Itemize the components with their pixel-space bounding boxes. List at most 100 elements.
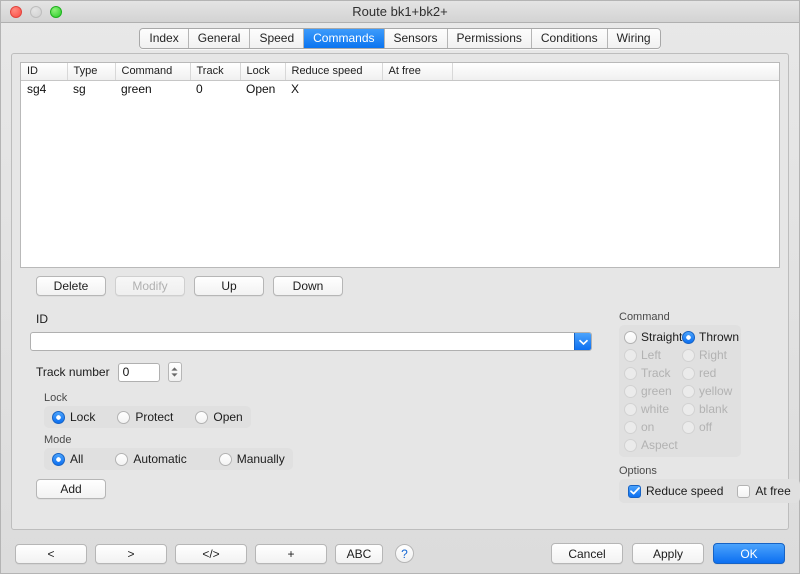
radio-label: Protect: [135, 410, 174, 424]
cancel-button[interactable]: Cancel: [551, 543, 623, 564]
radio-icon: [115, 452, 129, 466]
command-option-straight[interactable]: Straight: [624, 330, 682, 344]
radio-icon: [682, 384, 695, 398]
radio-label: green: [641, 384, 672, 398]
help-button[interactable]: ?: [395, 544, 414, 563]
next-button[interactable]: >: [95, 543, 167, 564]
lock-option-lock[interactable]: Lock: [52, 410, 95, 424]
table-body[interactable]: sg4 sg green 0 Open X: [21, 80, 779, 98]
tab-wiring[interactable]: Wiring: [607, 28, 660, 48]
close-window-icon[interactable]: [10, 5, 22, 18]
lock-options: Lock Protect Open: [44, 406, 251, 428]
tab-general[interactable]: General: [188, 28, 251, 48]
command-option-right: Right: [682, 348, 740, 362]
radio-label: Automatic: [133, 452, 187, 466]
tab-commands[interactable]: Commands: [304, 28, 385, 48]
table-cell: [382, 80, 452, 98]
apply-button[interactable]: Apply: [632, 543, 704, 564]
lock-group: Lock Lock Protect Open: [44, 392, 251, 428]
option-reduce-speed[interactable]: Reduce speed: [628, 484, 723, 498]
mode-options: All Automatic Manually: [44, 448, 293, 470]
stepper-up-icon[interactable]: [171, 367, 178, 371]
bottom-button-bar: < > </> + ABC? Cancel Apply OK: [1, 534, 799, 573]
down-button[interactable]: Down: [273, 276, 343, 296]
lock-option-open[interactable]: Open: [195, 410, 243, 424]
abc-button[interactable]: ABC: [335, 543, 383, 564]
command-group-caption: Command: [619, 311, 670, 323]
column-header[interactable]: Command: [115, 63, 191, 81]
table-cell: sg: [73, 82, 86, 97]
column-header[interactable]: Track: [190, 63, 241, 81]
radio-icon: [682, 348, 695, 362]
previous-button[interactable]: <: [15, 543, 87, 564]
command-option-thrown[interactable]: Thrown: [682, 330, 740, 344]
radio-label: yellow: [699, 384, 733, 398]
lock-option-protect[interactable]: Protect: [117, 410, 173, 424]
zoom-window-icon[interactable]: [50, 5, 62, 18]
mode-option-automatic[interactable]: Automatic: [115, 452, 187, 466]
radio-icon: [624, 438, 637, 452]
column-header[interactable]: Reduce speed: [285, 63, 383, 81]
commands-table-container[interactable]: ID Type Command Track Lock Reduce speed At fre…: [20, 62, 780, 268]
add-button[interactable]: Add: [36, 479, 106, 499]
stepper-down-icon[interactable]: [171, 373, 178, 377]
track-number-field[interactable]: [117, 362, 160, 382]
checkbox-icon: [737, 484, 751, 498]
column-header[interactable]: Lock: [240, 63, 286, 81]
radio-icon: [624, 384, 637, 398]
column-header[interactable]: Type: [67, 63, 116, 81]
table-cell-spacer: [452, 80, 779, 98]
radio-icon: [624, 366, 637, 380]
delete-button[interactable]: Delete: [36, 276, 106, 296]
id-input[interactable]: [31, 333, 574, 350]
command-options: Straight Thrown Left Right Track red green yell…: [619, 325, 741, 457]
tab-bar: Index General Speed Commands Sensors Permissi…: [1, 23, 799, 53]
chevron-down-icon[interactable]: [574, 333, 591, 350]
code-button[interactable]: </>: [175, 543, 247, 564]
radio-label: Right: [699, 348, 728, 362]
modify-button: Modify: [115, 276, 185, 296]
column-header[interactable]: ID: [21, 63, 68, 81]
tab-conditions[interactable]: Conditions: [531, 28, 608, 48]
tab-speed[interactable]: Speed: [250, 28, 305, 48]
radio-icon: [624, 402, 637, 416]
command-group: Command Straight Thrown Left Right Track red g…: [619, 311, 741, 457]
radio-label: Left: [641, 348, 662, 362]
command-option-on: on: [624, 420, 682, 434]
track-number-row: Track number: [36, 362, 182, 382]
id-combobox[interactable]: [30, 332, 592, 351]
radio-icon: [682, 420, 695, 434]
radio-icon: [218, 452, 232, 466]
lock-group-caption: Lock: [44, 392, 68, 404]
radio-label: blank: [699, 402, 728, 416]
radio-label: off: [699, 420, 713, 434]
table-row[interactable]: sg4 sg green 0 Open X: [21, 80, 779, 98]
tab-permissions[interactable]: Permissions: [447, 28, 532, 48]
options-group: Options Reduce speed At free: [619, 465, 800, 503]
list-action-buttons: Delete Modify Up Down: [36, 276, 343, 296]
up-button[interactable]: Up: [194, 276, 264, 296]
options-items: Reduce speed At free: [619, 479, 800, 503]
radio-selected-icon: [52, 410, 65, 424]
tab-sensors[interactable]: Sensors: [384, 28, 448, 48]
checkbox-checked-icon: [628, 484, 641, 498]
column-header[interactable]: At free: [382, 63, 453, 81]
ok-button[interactable]: OK: [713, 543, 785, 564]
radio-label: Thrown: [699, 330, 740, 344]
command-option-red: red: [682, 366, 740, 380]
dialog-window: Route bk1+bk2+ Index General Speed Commands…: [0, 0, 800, 574]
mode-option-manually[interactable]: Manually: [218, 452, 285, 466]
radio-selected-icon: [682, 330, 695, 344]
command-option-blank: blank: [682, 402, 740, 416]
add-new-button[interactable]: +: [255, 543, 327, 564]
tab-index[interactable]: Index: [140, 28, 189, 48]
track-number-stepper[interactable]: [167, 362, 182, 382]
mode-option-all[interactable]: All: [52, 452, 83, 466]
radio-icon: [117, 410, 131, 424]
table-cell: X: [291, 82, 300, 97]
command-option-yellow: yellow: [682, 384, 740, 398]
option-at-free[interactable]: At free: [737, 484, 791, 498]
content-panel: ID Type Command Track Lock Reduce speed At fre…: [11, 53, 800, 530]
track-number-input[interactable]: [118, 363, 159, 381]
minimize-window-icon[interactable]: [30, 5, 42, 18]
